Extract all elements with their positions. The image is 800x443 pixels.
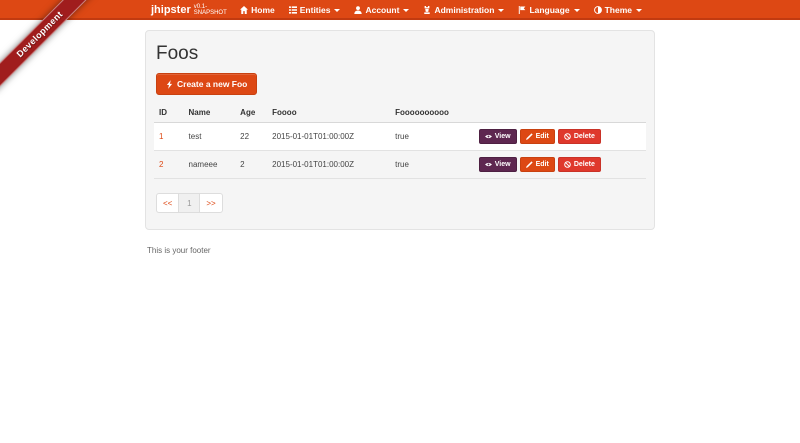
list-icon xyxy=(288,6,297,14)
header-name: Name xyxy=(183,104,236,123)
header-id: ID xyxy=(154,104,184,123)
brand-link[interactable]: jhipster v0.1-SNAPSHOT xyxy=(151,0,233,20)
brand-version: v0.1-SNAPSHOT xyxy=(193,4,227,16)
nav-item-administration[interactable]: Administration xyxy=(416,0,511,20)
table-row: 1 test 22 2015-01-01T01:00:00Z true View xyxy=(154,122,646,151)
chevron-down-icon xyxy=(403,8,410,12)
view-label: View xyxy=(494,133,511,140)
pagination-first-button[interactable]: << xyxy=(156,193,180,213)
brand-name: jhipster xyxy=(151,4,191,16)
edit-button[interactable]: Edit xyxy=(519,129,555,144)
tower-icon xyxy=(423,6,431,14)
cell-age: 22 xyxy=(240,132,250,141)
user-icon xyxy=(354,6,363,14)
cell-name: nameee xyxy=(188,160,218,169)
remove-circle-icon xyxy=(564,161,571,168)
header-age: Age xyxy=(235,104,268,123)
nav-item-label: Account xyxy=(365,5,400,15)
edit-button[interactable]: Edit xyxy=(519,157,555,172)
view-button[interactable]: View xyxy=(478,157,517,172)
delete-label: Delete xyxy=(573,133,595,140)
header-foooooooooo: Foooooooooo xyxy=(390,104,474,123)
flag-icon xyxy=(518,6,526,14)
pagination: << 1 >> xyxy=(156,193,223,213)
nav-item-label: Home xyxy=(251,5,275,15)
bolt-icon xyxy=(166,79,173,89)
header-foooo: Foooo xyxy=(267,104,391,123)
header-actions xyxy=(473,104,646,123)
row-id-link[interactable]: 2 xyxy=(159,160,163,169)
top-navbar: jhipster v0.1-SNAPSHOT Home Entities Acc… xyxy=(0,0,800,20)
footer-text: This is your footer xyxy=(147,246,211,255)
cell-datetime: 2015-01-01T01:00:00Z xyxy=(272,132,354,141)
edit-label: Edit xyxy=(535,133,549,140)
cell-datetime: 2015-01-01T01:00:00Z xyxy=(272,160,354,169)
home-icon xyxy=(240,6,249,14)
eye-icon xyxy=(484,133,492,140)
nav-item-label: Theme xyxy=(604,5,632,15)
edit-label: Edit xyxy=(535,161,549,168)
delete-button[interactable]: Delete xyxy=(557,129,601,144)
nav-item-home[interactable]: Home xyxy=(233,0,282,20)
view-label: View xyxy=(494,161,511,168)
chevron-down-icon xyxy=(498,8,505,12)
eye-icon xyxy=(484,161,492,168)
nav-item-entities[interactable]: Entities xyxy=(282,0,348,20)
page-title: Foos xyxy=(156,43,199,64)
pagination-current-page[interactable]: 1 xyxy=(178,193,201,213)
chevron-down-icon xyxy=(334,8,341,12)
foo-table: ID Name Age Foooo Foooooooooo 1 test 22 … xyxy=(154,104,646,179)
pencil-icon xyxy=(525,161,533,168)
pencil-icon xyxy=(525,133,533,140)
row-id-link[interactable]: 1 xyxy=(159,132,163,141)
delete-button[interactable]: Delete xyxy=(557,157,601,172)
nav-item-label: Administration xyxy=(434,5,495,15)
cell-name: test xyxy=(188,132,202,141)
nav-item-theme[interactable]: Theme xyxy=(587,0,649,20)
nav-item-label: Language xyxy=(529,5,570,15)
cell-bool: true xyxy=(395,132,409,141)
delete-label: Delete xyxy=(573,161,595,168)
chevron-down-icon xyxy=(573,8,580,12)
nav-item-account[interactable]: Account xyxy=(347,0,416,20)
navbar-menu: Home Entities Account Administration Lan… xyxy=(233,0,649,20)
chevron-down-icon xyxy=(636,8,642,12)
nav-item-label: Entities xyxy=(299,5,331,15)
content-panel: Foos Create a new Foo ID Name Age Foooo … xyxy=(145,30,655,230)
remove-circle-icon xyxy=(564,133,571,140)
cell-age: 2 xyxy=(240,160,245,169)
table-header-row: ID Name Age Foooo Foooooooooo xyxy=(154,104,646,123)
pagination-last-button[interactable]: >> xyxy=(199,193,223,213)
create-foo-button[interactable]: Create a new Foo xyxy=(156,73,258,95)
table-row: 2 nameee 2 2015-01-01T01:00:00Z true Vie… xyxy=(154,151,646,179)
nav-item-language[interactable]: Language xyxy=(511,0,586,20)
cell-bool: true xyxy=(395,160,409,169)
create-foo-label: Create a new Foo xyxy=(177,79,248,89)
adjust-contrast-icon xyxy=(593,6,602,14)
view-button[interactable]: View xyxy=(478,129,517,144)
